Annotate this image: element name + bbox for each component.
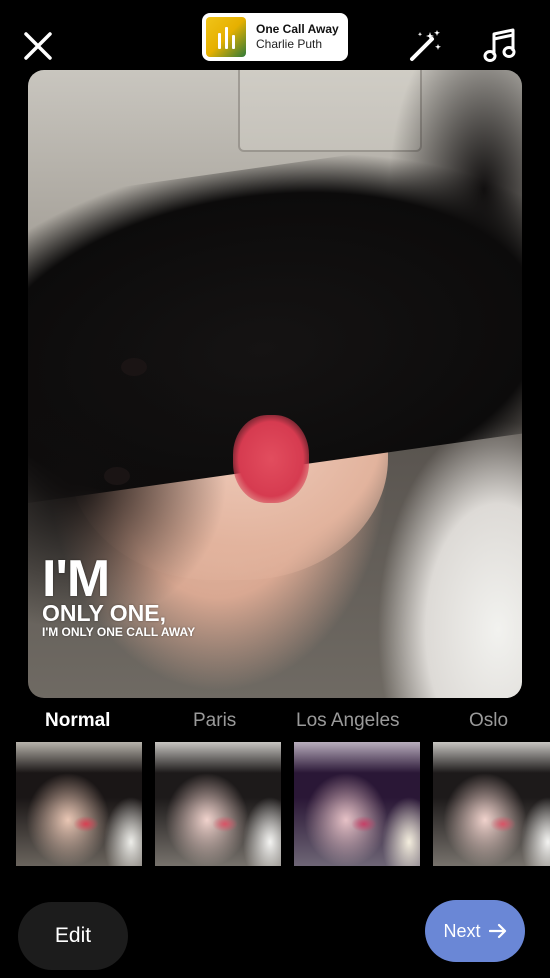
filter-name-paris[interactable]: Paris: [193, 710, 236, 732]
music-note-icon[interactable]: [480, 25, 520, 65]
close-icon[interactable]: [18, 26, 58, 66]
filter-thumbnail-los-angeles[interactable]: [294, 742, 420, 866]
lyrics-sticker[interactable]: I'M ONLY ONE, I'M ONLY ONE CALL AWAY: [42, 550, 196, 640]
photo-preview[interactable]: I'M ONLY ONE, I'M ONLY ONE CALL AWAY: [28, 70, 522, 698]
filter-thumbnail-paris[interactable]: [155, 742, 281, 866]
song-artist: Charlie Puth: [256, 37, 323, 51]
next-button-label: Next: [443, 920, 481, 941]
filter-name-los-angeles[interactable]: Los Angeles: [296, 710, 400, 732]
edit-button-label: Edit: [54, 924, 92, 947]
next-button[interactable]: Next: [425, 900, 525, 962]
eye: [121, 358, 147, 376]
album-art: [206, 17, 246, 57]
filter-names: Normal Paris Los Angeles Oslo: [0, 710, 550, 738]
edit-button[interactable]: Edit: [18, 902, 128, 970]
lyric-line-3: I'M ONLY ONE CALL AWAY: [42, 625, 196, 639]
filter-thumbnail-oslo[interactable]: [433, 742, 550, 866]
music-sticker[interactable]: One Call Away Charlie Puth: [202, 13, 348, 61]
filter-thumbnail-normal[interactable]: [16, 742, 142, 866]
eye: [104, 467, 130, 485]
arrow-right-icon: [488, 923, 506, 939]
magic-wand-icon[interactable]: [404, 25, 446, 67]
lyric-line-2: ONLY ONE,: [42, 600, 166, 626]
lyric-line-1: I'M: [42, 550, 110, 608]
song-title: One Call Away: [256, 22, 339, 36]
filter-name-oslo[interactable]: Oslo: [469, 710, 508, 732]
top-bar: One Call Away Charlie Puth: [0, 0, 550, 70]
lips: [233, 415, 309, 503]
filter-name-normal[interactable]: Normal: [45, 710, 110, 732]
